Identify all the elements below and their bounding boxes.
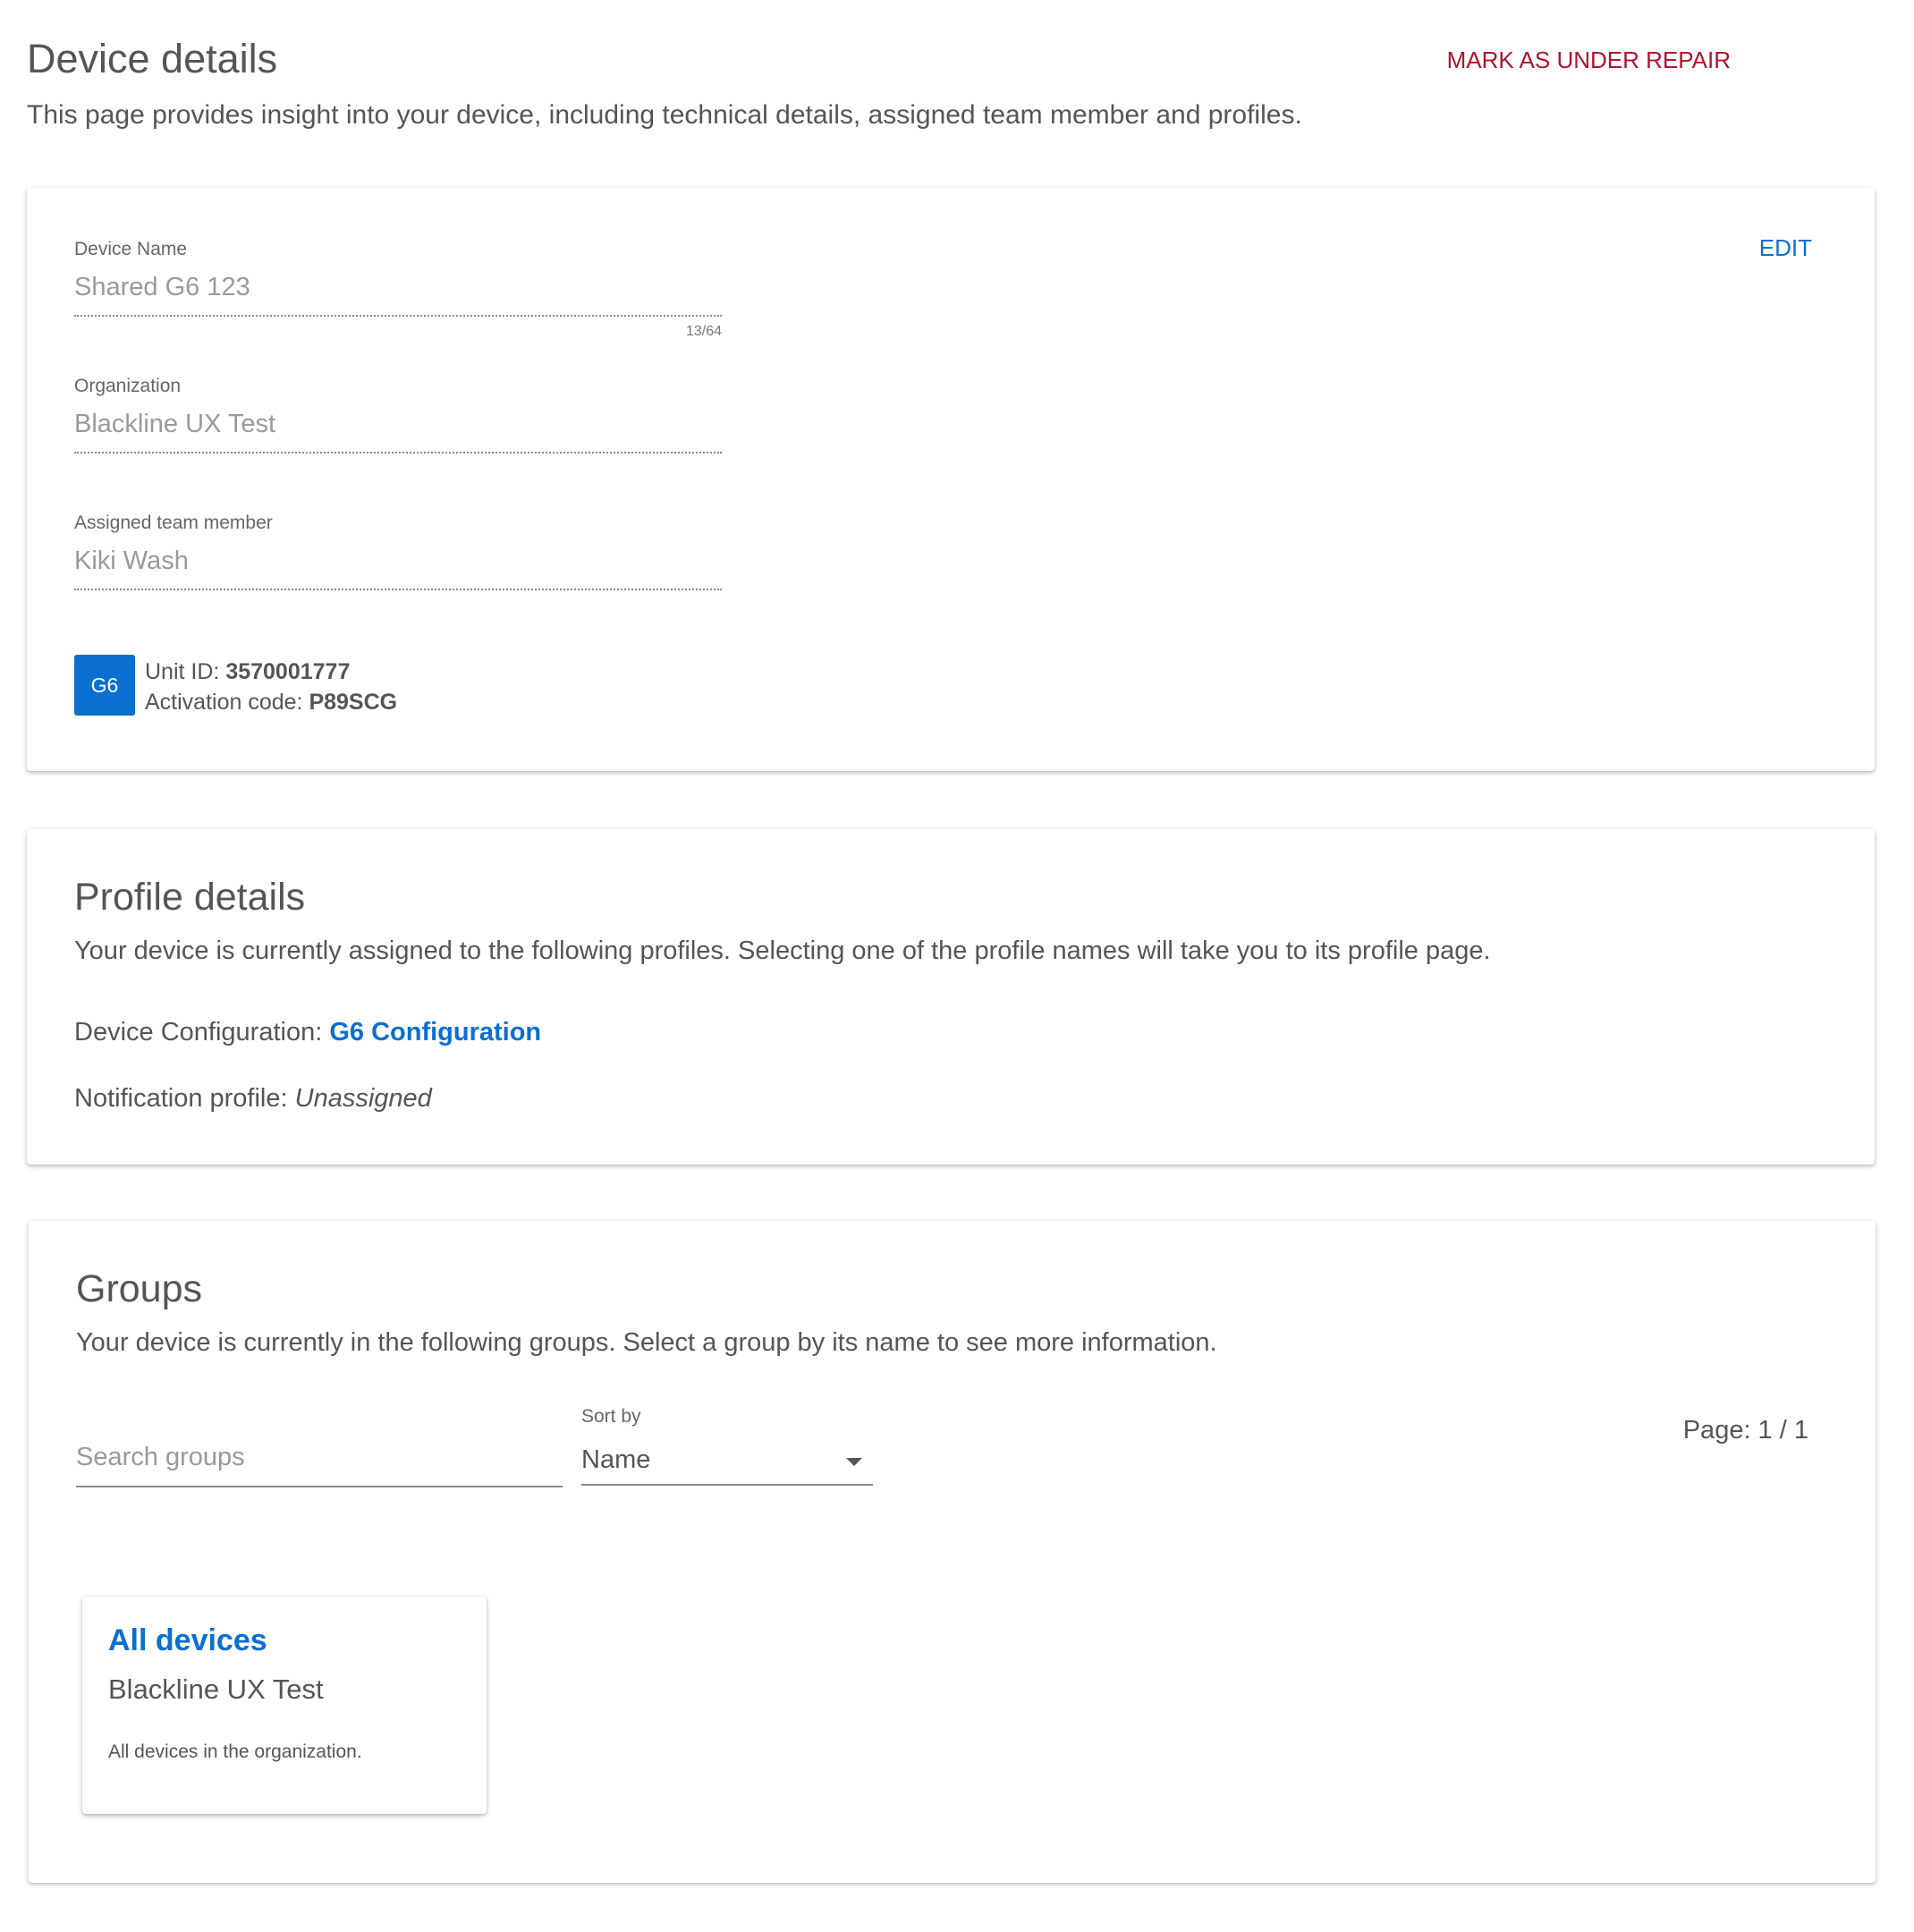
page-indicator: Page: 1 / 1	[1682, 1416, 1808, 1445]
activation-code-line: Activation code: P89SCG	[145, 687, 397, 717]
notification-profile-line: Notification profile: Unassigned	[74, 1084, 432, 1114]
groups-section-description: Your device is currently in the followin…	[76, 1328, 1217, 1357]
notification-profile-label: Notification profile:	[74, 1084, 288, 1113]
sort-by-value: Name	[581, 1445, 651, 1474]
unit-details: Unit ID: 3570001777 Activation code: P89…	[145, 657, 397, 717]
organization-label: Organization	[74, 376, 182, 396]
sort-by-control: Sort by Name	[581, 1406, 873, 1486]
device-type-badge: G6	[74, 655, 135, 716]
unit-id-value: 3570001777	[225, 659, 351, 684]
mark-under-repair-button[interactable]: MARK AS UNDER REPAIR	[1447, 47, 1731, 74]
device-name-char-counter: 13/64	[685, 324, 722, 339]
assigned-member-value: Kiki Wash	[74, 547, 722, 590]
edit-button[interactable]: EDIT	[1759, 234, 1812, 262]
search-groups-wrapper	[76, 1432, 563, 1487]
profile-details-card: Profile details Your device is currently…	[27, 829, 1875, 1165]
profile-section-description: Your device is currently assigned to the…	[74, 936, 1491, 965]
unit-id-line: Unit ID: 3570001777	[145, 657, 397, 687]
device-configuration-label: Device Configuration:	[74, 1018, 323, 1046]
activation-code-label: Activation code:	[145, 690, 303, 715]
unit-id-label: Unit ID:	[145, 659, 220, 684]
page-title: Device details	[27, 36, 278, 81]
device-configuration-link[interactable]: G6 Configuration	[329, 1018, 541, 1046]
search-groups-input[interactable]	[76, 1432, 563, 1482]
organization-value: Blackline UX Test	[74, 410, 722, 453]
chevron-down-icon	[846, 1458, 862, 1466]
group-card[interactable]: All devices Blackline UX Test All device…	[82, 1597, 487, 1814]
group-description: All devices in the organization.	[108, 1741, 362, 1762]
organization-field: Organization Blackline UX Test	[74, 376, 722, 453]
groups-section-title: Groups	[76, 1267, 203, 1310]
activation-code-value: P89SCG	[309, 690, 398, 715]
device-info-card: EDIT Device Name Shared G6 123 13/64 Org…	[27, 188, 1875, 771]
device-configuration-line: Device Configuration: G6 Configuration	[74, 1018, 541, 1047]
sort-by-label: Sort by	[581, 1406, 641, 1427]
assigned-member-label: Assigned team member	[74, 513, 273, 533]
groups-card: Groups Your device is currently in the f…	[29, 1221, 1876, 1883]
device-name-value: Shared G6 123	[74, 273, 722, 317]
group-name-link[interactable]: All devices	[108, 1623, 267, 1658]
device-name-field: Device Name Shared G6 123 13/64	[74, 239, 722, 339]
device-details-page: Device details This page provides insigh…	[0, 0, 1914, 1932]
notification-profile-value: Unassigned	[294, 1084, 432, 1113]
sort-by-select[interactable]: Name	[581, 1436, 873, 1486]
assigned-member-field: Assigned team member Kiki Wash	[74, 513, 722, 590]
profile-section-title: Profile details	[74, 876, 306, 919]
page-subtitle: This page provides insight into your dev…	[27, 100, 1302, 130]
device-name-label: Device Name	[74, 239, 188, 259]
group-organization: Blackline UX Test	[108, 1674, 324, 1705]
